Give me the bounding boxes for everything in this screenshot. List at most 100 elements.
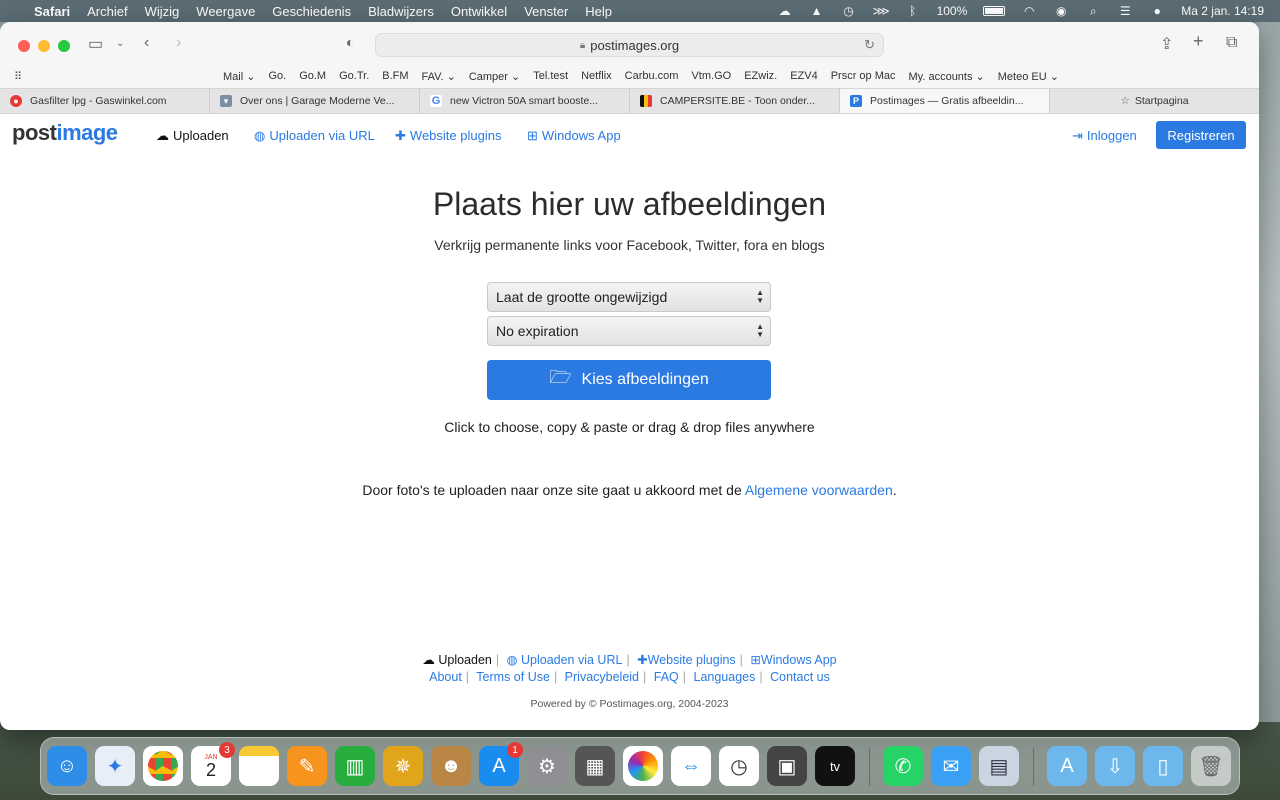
expiration-select[interactable]: No expiration ▲ ▼ — [487, 316, 771, 346]
footer-terms-link[interactable]: Terms of Use — [476, 670, 550, 684]
bookmark-item[interactable]: Mail ⌄ — [223, 70, 255, 83]
grid-icon[interactable]: ⠿ — [14, 70, 22, 83]
menu-clock[interactable]: Ma 2 jan. 14:19 — [1181, 4, 1264, 18]
register-button[interactable]: Registreren — [1156, 121, 1246, 149]
minimize-window-button[interactable] — [38, 40, 50, 52]
menu-ontwikkel[interactable]: Ontwikkel — [451, 4, 507, 19]
documents-folder-icon[interactable]: ▯ — [1143, 746, 1183, 786]
address-bar[interactable]: 🔒︎ postimages.org ↻ — [375, 33, 884, 57]
footer-privacy-link[interactable]: Privacybeleid — [565, 670, 639, 684]
bookmark-item[interactable]: EZwiz. — [744, 70, 777, 83]
resize-select[interactable]: Laat de grootte ongewijzigd ▲ ▼ — [487, 282, 771, 312]
tab-victron[interactable]: G new Victron 50A smart booste... — [420, 89, 630, 113]
siri-icon[interactable]: ● — [1149, 4, 1165, 18]
calculator-icon[interactable]: ▦ — [575, 746, 615, 786]
alert-triangle-icon[interactable]: ▲ — [809, 4, 825, 18]
photos-icon[interactable] — [623, 746, 663, 786]
footer-upload-url-link[interactable]: ◍ Uploaden via URL — [507, 653, 623, 667]
numbers-icon[interactable]: ▥ — [335, 746, 375, 786]
control-center-icon[interactable]: ☰ — [1117, 4, 1133, 18]
reload-icon[interactable]: ↻ — [864, 37, 875, 53]
system-preferences-icon[interactable]: ⚙ — [527, 746, 567, 786]
footer-upload-link[interactable]: ☁ Uploaden — [422, 653, 492, 667]
terms-link[interactable]: Algemene voorwaarden — [745, 482, 893, 498]
sidebar-toggle-icon[interactable]: ▭ — [88, 34, 103, 54]
menu-help[interactable]: Help — [585, 4, 612, 19]
bookmark-item[interactable]: Prscr op Mac — [831, 70, 896, 83]
photo-booth-icon[interactable]: ▣ — [767, 746, 807, 786]
back-icon[interactable]: ‹ — [144, 34, 149, 52]
safari-icon[interactable]: ✦ — [95, 746, 135, 786]
bookmark-item[interactable]: Netflix — [581, 70, 612, 83]
nav-website-plugins[interactable]: ✚ Website plugins — [395, 128, 501, 144]
tab-postimages[interactable]: P Postimages — Gratis afbeeldin... — [840, 89, 1050, 113]
tab-garage[interactable]: ▾ Over ons | Garage Moderne Ve... — [210, 89, 420, 113]
tab-gasfilter[interactable]: ● Gasfilter lpg - Gaswinkel.com — [0, 89, 210, 113]
menu-wijzig[interactable]: Wijzig — [145, 4, 180, 19]
fullscreen-window-button[interactable] — [58, 40, 70, 52]
wifi-icon[interactable]: ◠ — [1021, 4, 1037, 18]
pages-icon[interactable]: ✎ — [287, 746, 327, 786]
compass-app-icon[interactable]: ✵ — [383, 746, 423, 786]
search-icon[interactable]: ⌕ — [1085, 4, 1101, 19]
menu-weergave[interactable]: Weergave — [196, 4, 255, 19]
bookmark-item[interactable]: Tel.test — [533, 70, 568, 83]
choose-images-button[interactable]: 🗁︎ Kies afbeeldingen — [487, 360, 771, 400]
chevron-down-icon[interactable]: ⌄ — [116, 38, 124, 49]
bookmark-item[interactable]: B.FM — [382, 70, 408, 83]
tab-overview-icon[interactable]: ⧉ — [1226, 34, 1237, 52]
forward-icon[interactable]: › — [176, 34, 181, 52]
bookmark-item[interactable]: Vtm.GO — [691, 70, 731, 83]
bookmark-item[interactable]: Meteo EU ⌄ — [998, 70, 1059, 83]
close-window-button[interactable] — [18, 40, 30, 52]
downloads-folder-icon[interactable]: ⇩ — [1095, 746, 1135, 786]
footer-faq-link[interactable]: FAQ — [654, 670, 679, 684]
battery-icon[interactable] — [983, 6, 1006, 16]
bookmark-item[interactable]: Go.M — [299, 70, 326, 83]
user-icon[interactable]: ◉ — [1053, 4, 1069, 18]
teamviewer-icon[interactable]: ⇔ — [671, 746, 711, 786]
whatsapp-icon[interactable]: ✆ — [883, 746, 923, 786]
bluetooth-icon[interactable]: ᛒ — [905, 4, 921, 18]
bookmark-item[interactable]: Camper ⌄ — [469, 70, 520, 83]
trash-icon[interactable]: 🗑︎ — [1191, 746, 1231, 786]
bookmark-item[interactable]: Go. — [268, 70, 286, 83]
privacy-shield-icon[interactable]: ◐ — [346, 34, 354, 50]
bookmark-item[interactable]: Go.Tr. — [339, 70, 369, 83]
notes-icon[interactable] — [239, 746, 279, 786]
bookmark-item[interactable]: Carbu.com — [625, 70, 679, 83]
footer-about-link[interactable]: About — [429, 670, 462, 684]
bookmark-item[interactable]: My. accounts ⌄ — [909, 70, 985, 83]
nav-upload-url[interactable]: ◍ Uploaden via URL — [254, 128, 375, 144]
share-icon[interactable]: ⇪ — [1160, 34, 1173, 54]
menu-venster[interactable]: Venster — [524, 4, 568, 19]
nav-upload[interactable]: ☁ Uploaden — [156, 128, 229, 144]
tab-startpagina[interactable]: ☆ Startpagina — [1050, 89, 1259, 113]
applications-folder-icon[interactable]: A — [1047, 746, 1087, 786]
footer-languages-link[interactable]: Languages — [694, 670, 756, 684]
cloud-icon[interactable]: ☁ — [777, 4, 793, 18]
menu-archief[interactable]: Archief — [87, 4, 127, 19]
footer-plugins-link[interactable]: ✚Website plugins — [637, 653, 736, 667]
mail-icon[interactable]: ✉ — [931, 746, 971, 786]
tab-campersite[interactable]: CAMPERSITE.BE - Toon onder... — [630, 89, 840, 113]
preview-icon[interactable]: ▤ — [979, 746, 1019, 786]
bookmark-item[interactable]: FAV. ⌄ — [422, 70, 456, 83]
nav-windows-app[interactable]: ⊞ Windows App — [527, 128, 621, 144]
menu-bladwijzers[interactable]: Bladwijzers — [368, 4, 434, 19]
calendar-icon[interactable]: JAN 2 3 — [191, 742, 235, 786]
contacts-icon[interactable]: ☻ — [431, 746, 471, 786]
app-store-icon[interactable]: A1 — [479, 742, 523, 786]
apple-tv-icon[interactable]: tv — [815, 746, 855, 786]
footer-contact-link[interactable]: Contact us — [770, 670, 830, 684]
login-link[interactable]: ⇥ Inloggen — [1072, 128, 1137, 144]
bookmark-item[interactable]: EZV4 — [790, 70, 818, 83]
finder-icon[interactable]: ☺ — [47, 746, 87, 786]
postimage-logo[interactable]: postimage — [12, 120, 118, 146]
chrome-icon[interactable] — [143, 746, 183, 786]
clock-icon[interactable]: ◷ — [719, 746, 759, 786]
footer-windows-link[interactable]: ⊞Windows App — [750, 653, 836, 667]
new-tab-icon[interactable]: + — [1193, 31, 1204, 52]
menu-app-name[interactable]: Safari — [34, 4, 70, 19]
menu-geschiedenis[interactable]: Geschiedenis — [272, 4, 351, 19]
